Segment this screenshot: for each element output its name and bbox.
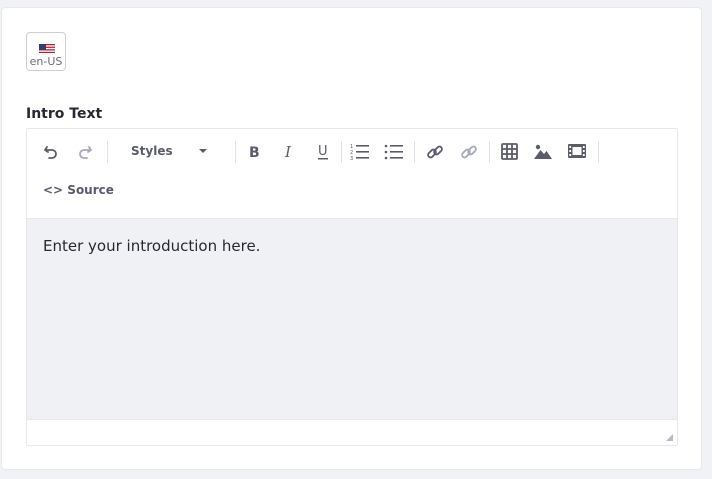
- editor-toolbar: Styles B I U 1 2 3 <> Source: [27, 129, 677, 219]
- toolbar-separator: [598, 141, 599, 163]
- source-button[interactable]: <> Source: [43, 183, 114, 197]
- editor-card: en-US Intro Text Styles B I U 1 2 3 <> S…: [1, 7, 702, 470]
- styles-label: Styles: [131, 144, 173, 158]
- undo-icon[interactable]: [43, 144, 59, 160]
- editor-footer: [27, 419, 677, 445]
- numbered-list-icon[interactable]: 1 2 3: [350, 143, 370, 161]
- unlink-icon[interactable]: [460, 143, 478, 161]
- chevron-down-icon: [199, 149, 207, 153]
- us-flag-icon: [39, 42, 55, 53]
- language-selector-button[interactable]: en-US: [26, 32, 66, 71]
- toolbar-separator: [341, 141, 342, 163]
- svg-text:I: I: [284, 144, 292, 160]
- editor-placeholder: Enter your introduction here.: [43, 237, 261, 255]
- toolbar-separator: [107, 141, 108, 163]
- bold-icon[interactable]: B: [248, 144, 262, 160]
- editor-content-area[interactable]: Enter your introduction here.: [27, 219, 677, 419]
- table-icon[interactable]: [501, 143, 518, 160]
- source-label: Source: [67, 183, 114, 197]
- svg-text:B: B: [249, 145, 260, 160]
- svg-text:U: U: [318, 144, 328, 159]
- link-icon[interactable]: [426, 143, 444, 161]
- toolbar-separator: [414, 141, 415, 163]
- image-icon[interactable]: [534, 143, 552, 160]
- resize-handle-icon[interactable]: [666, 434, 673, 441]
- language-code: en-US: [29, 55, 63, 68]
- bulleted-list-icon[interactable]: [384, 143, 404, 161]
- toolbar-separator: [235, 141, 236, 163]
- italic-icon[interactable]: I: [283, 144, 297, 160]
- field-label: Intro Text: [26, 106, 103, 122]
- svg-text:3: 3: [350, 156, 353, 161]
- redo-icon[interactable]: [77, 144, 93, 160]
- toolbar-separator: [489, 141, 490, 163]
- underline-icon[interactable]: U: [316, 143, 330, 161]
- rich-text-editor: Styles B I U 1 2 3 <> Source Enter your …: [26, 128, 678, 446]
- code-icon: <>: [43, 183, 64, 197]
- video-icon[interactable]: [568, 144, 586, 158]
